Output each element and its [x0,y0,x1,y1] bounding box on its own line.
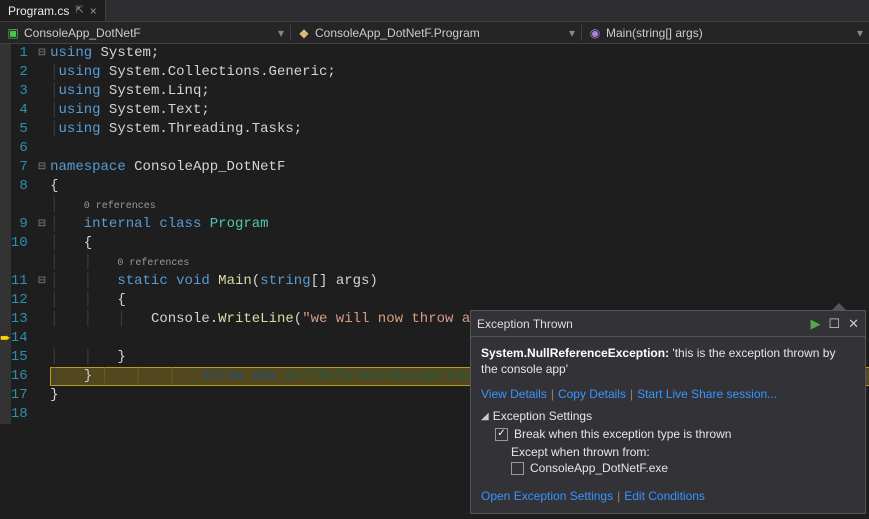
chevron-down-icon: ▾ [857,26,863,40]
popup-footer-links: Open Exception Settings|Edit Conditions [471,489,865,503]
current-statement-arrow-icon: ➨ [0,329,11,348]
copy-details-link[interactable]: Copy Details [558,387,626,401]
exception-settings-header[interactable]: ◢ Exception Settings [481,409,855,423]
popup-titlebar: Exception Thrown ▶ ☐ ✕ [471,311,865,337]
exception-popup: Exception Thrown ▶ ☐ ✕ System.NullRefere… [470,310,866,514]
tab-bar: Program.cs ⇱ × [0,0,869,22]
except-item-checkbox[interactable]: ConsoleApp_DotNetF.exe [511,461,855,475]
break-when-thrown-checkbox[interactable]: Break when this exception type is thrown [495,427,855,441]
live-share-link[interactable]: Start Live Share session... [637,387,777,401]
line-number-gutter: 1 2 3 4 5 6 7 8 9 10 11 12 13 14 15 16 1… [11,44,38,424]
pin-icon[interactable]: ⇱ [75,5,83,16]
codelens-references[interactable]: 0 references [84,201,156,212]
chevron-down-icon: ▾ [569,26,575,40]
continue-icon[interactable]: ▶ [810,316,820,332]
open-exception-settings-link[interactable]: Open Exception Settings [481,489,613,503]
chevron-down-icon: ▾ [278,26,284,40]
nav-bar: ▣ ConsoleApp_DotNetF ▾ ◆ ConsoleApp_DotN… [0,22,869,44]
nav-project[interactable]: ▣ ConsoleApp_DotNetF ▾ [0,26,290,40]
csharp-project-icon: ▣ [6,26,20,40]
codelens-references[interactable]: 0 references [117,258,189,269]
nav-class[interactable]: ◆ ConsoleApp_DotNetF.Program ▾ [291,26,581,40]
file-tab[interactable]: Program.cs ⇱ × [0,0,106,21]
nav-project-label: ConsoleApp_DotNetF [24,26,141,40]
method-icon: ◉ [588,26,602,40]
class-icon: ◆ [297,26,311,40]
checkbox-unchecked-icon [511,462,524,475]
popup-title: Exception Thrown [477,317,810,331]
exception-message: System.NullReferenceException: 'this is … [481,345,855,377]
file-tab-label: Program.cs [8,4,69,18]
edit-conditions-link[interactable]: Edit Conditions [624,489,705,503]
nav-class-label: ConsoleApp_DotNetF.Program [315,26,480,40]
close-popup-icon[interactable]: ✕ [848,316,859,332]
view-details-link[interactable]: View Details [481,387,547,401]
popup-action-links: View Details|Copy Details|Start Live Sha… [481,387,855,401]
except-when-label: Except when thrown from: [511,445,855,459]
pin-icon[interactable]: ☐ [828,316,840,332]
breakpoint-gutter[interactable]: ➨ [0,44,11,424]
nav-method-label: Main(string[] args) [606,26,703,40]
nav-method[interactable]: ◉ Main(string[] args) ▾ [582,26,869,40]
fold-gutter[interactable]: ⊟ ⊟ ⊟ ⊟ [38,44,46,424]
expand-icon: ◢ [481,411,489,422]
close-tab-icon[interactable]: × [90,4,97,18]
checkbox-checked-icon [495,428,508,441]
